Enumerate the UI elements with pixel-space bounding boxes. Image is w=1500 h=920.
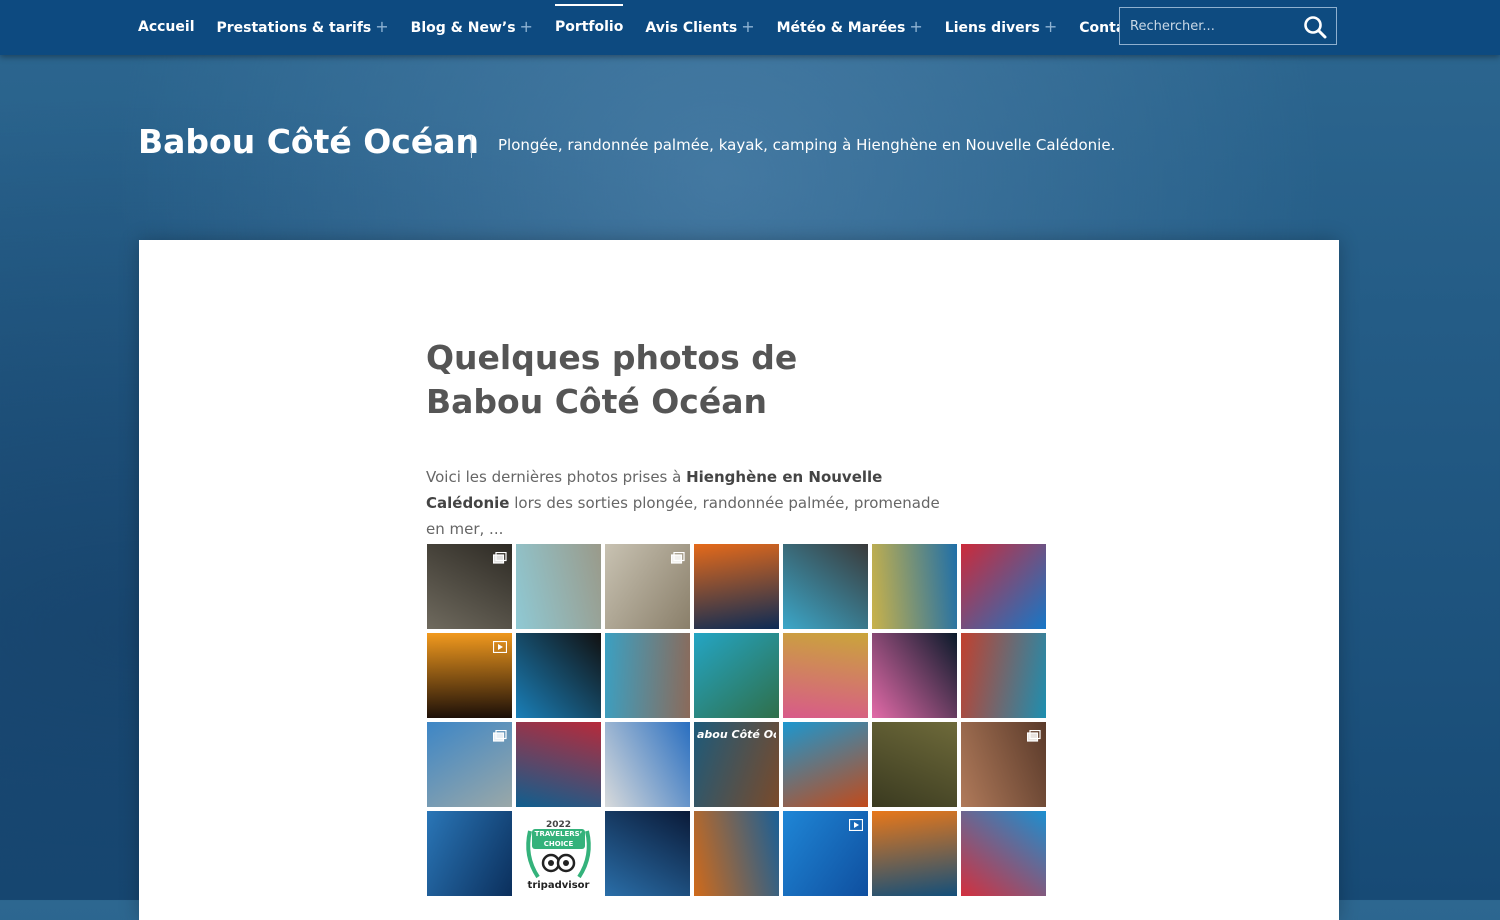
nav-item-4[interactable]: Avis Clients + — [645, 0, 754, 55]
video-icon — [492, 638, 508, 654]
multi-photo-icon — [492, 549, 507, 564]
multi-photo-icon — [492, 727, 507, 742]
search-input[interactable] — [1120, 8, 1300, 44]
gallery-photo[interactable] — [516, 633, 601, 718]
multi-photo-icon — [1026, 727, 1041, 742]
tripadvisor-brand: tripadvisor — [527, 880, 590, 891]
gallery-photo[interactable] — [783, 633, 868, 718]
gallery-photo[interactable] — [872, 633, 957, 718]
gallery-photo[interactable] — [605, 811, 690, 896]
nav-item-1[interactable]: Prestations & tarifs + — [217, 0, 389, 55]
gallery-photo[interactable] — [694, 544, 779, 629]
main-menu: Accueil Prestations & tarifs + Blog & New’s… — [138, 0, 1180, 55]
gallery-photo[interactable] — [783, 722, 868, 807]
gallery-photo[interactable] — [694, 633, 779, 718]
gallery-photo[interactable] — [427, 722, 512, 807]
gallery-photo[interactable] — [516, 544, 601, 629]
tripadvisor-badge: 2022 TRAVELERS’ CHOICE tripadvisor — [516, 811, 601, 896]
gallery-photo[interactable] — [783, 544, 868, 629]
video-icon — [848, 816, 864, 832]
nav-item-6[interactable]: Liens divers + — [945, 0, 1057, 55]
site-tagline: Plongée, randonnée palmée, kayak, campin… — [498, 136, 1116, 154]
gallery-photo[interactable] — [872, 544, 957, 629]
nav-item-label: Avis Clients — [645, 20, 738, 36]
submenu-plus-icon: + — [741, 17, 755, 36]
photo-caption: abou Côté Oce — [697, 728, 776, 741]
gallery-photo[interactable] — [605, 633, 690, 718]
intro-text: Voici les dernières photos prises à — [426, 468, 687, 486]
gallery-photo[interactable] — [872, 722, 957, 807]
title-separator — [471, 136, 472, 158]
gallery-photo[interactable]: 2022 TRAVELERS’ CHOICE tripadvisor — [516, 811, 601, 896]
gallery-photo[interactable] — [605, 544, 690, 629]
top-navigation-bar: Accueil Prestations & tarifs + Blog & New’s… — [0, 0, 1500, 55]
nav-item-5[interactable]: Météo & Marées + — [777, 0, 923, 55]
gallery-photo[interactable] — [961, 722, 1046, 807]
gallery-photo[interactable] — [783, 811, 868, 896]
content-card: Quelques photos de Babou Côté Océan Voic… — [139, 240, 1339, 920]
nav-item-label: Blog & New’s — [410, 20, 516, 36]
submenu-plus-icon: + — [519, 17, 533, 36]
gallery-photo[interactable] — [961, 544, 1046, 629]
nav-item-label: Prestations & tarifs — [216, 20, 372, 36]
nav-item-2[interactable]: Blog & New’s + — [411, 0, 533, 55]
gallery-photo[interactable] — [694, 811, 779, 896]
multi-photo-icon — [670, 549, 685, 564]
gallery-photo[interactable] — [516, 722, 601, 807]
gallery-photo[interactable] — [605, 722, 690, 807]
nav-item-label: Liens divers — [944, 20, 1040, 36]
nav-item-0[interactable]: Accueil — [138, 0, 195, 55]
nav-item-3[interactable]: Portfolio — [554, 0, 624, 55]
photo-gallery: abou Côté Oce 2022TRAVELERS’CHOICEtripadv… — [427, 544, 1046, 896]
nav-item-label: Météo & Marées — [776, 20, 906, 36]
intro-paragraph: Voici les dernières photos prises à Hien… — [426, 464, 946, 542]
gallery-photo[interactable]: abou Côté Oce — [694, 722, 779, 807]
page-title: Quelques photos de Babou Côté Océan — [426, 338, 798, 421]
gallery-photo[interactable] — [961, 633, 1046, 718]
submenu-plus-icon: + — [375, 17, 389, 36]
nav-item-label: Accueil — [138, 19, 195, 35]
gallery-photo[interactable] — [427, 544, 512, 629]
gallery-photo[interactable] — [872, 811, 957, 896]
gallery-photo[interactable] — [961, 811, 1046, 896]
submenu-plus-icon: + — [909, 17, 923, 36]
gallery-photo[interactable] — [427, 811, 512, 896]
gallery-photo[interactable] — [427, 633, 512, 718]
submenu-plus-icon: + — [1043, 17, 1058, 36]
search-icon[interactable] — [1302, 14, 1328, 40]
nav-item-label: Portfolio — [554, 19, 624, 35]
site-title[interactable]: Babou Côté Océan — [138, 122, 479, 161]
search-form — [1119, 7, 1337, 45]
